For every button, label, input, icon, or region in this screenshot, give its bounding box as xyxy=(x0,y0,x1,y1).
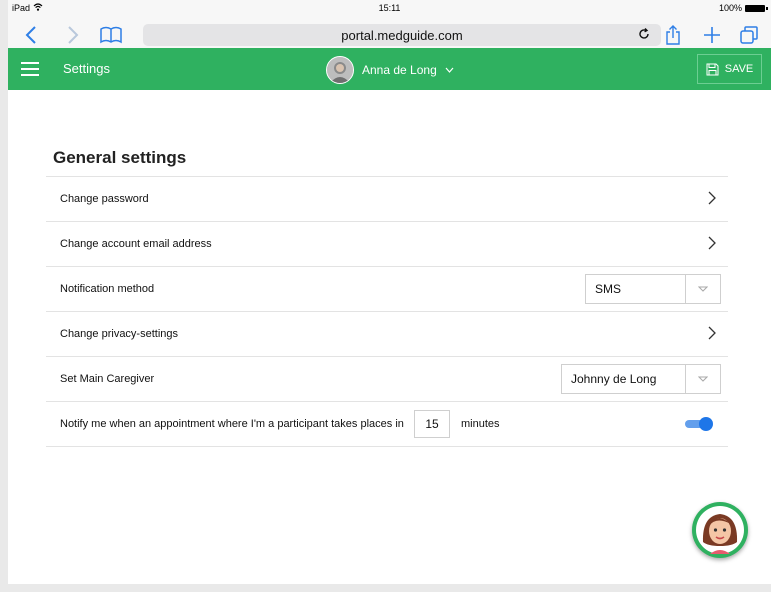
status-bar: iPad 15:11 100% xyxy=(8,0,771,17)
chevron-right-icon xyxy=(708,236,716,250)
minutes-unit: minutes xyxy=(461,418,500,430)
back-button[interactable] xyxy=(20,24,42,46)
battery-indicator: 100% xyxy=(718,3,768,13)
minutes-input[interactable]: 15 xyxy=(414,410,450,438)
address-bar[interactable]: portal.medguide.com xyxy=(143,24,661,46)
main-caregiver-value: Johnny de Long xyxy=(571,372,657,386)
save-button[interactable]: SAVE xyxy=(697,54,762,84)
change-password-row[interactable]: Change password xyxy=(46,176,728,221)
change-email-label: Change account email address xyxy=(60,238,212,250)
chevron-right-icon xyxy=(68,26,79,44)
change-privacy-label: Change privacy-settings xyxy=(60,328,179,340)
notify-label: Notify me when an appointment where I'm … xyxy=(60,418,404,430)
user-name: Anna de Long xyxy=(362,63,437,77)
battery-percent: 100% xyxy=(718,3,742,13)
settings-content: General settings Change password Change … xyxy=(8,90,771,584)
change-password-label: Change password xyxy=(60,193,149,205)
change-privacy-row[interactable]: Change privacy-settings xyxy=(46,311,728,356)
section-title: General settings xyxy=(53,148,187,167)
chevron-left-icon xyxy=(25,26,36,44)
assistant-button[interactable] xyxy=(692,502,748,558)
caret-down-icon xyxy=(685,365,720,393)
ipad-screen: iPad 15:11 100% portal.medguide.com Sett… xyxy=(8,0,771,584)
caret-down-icon xyxy=(685,275,720,303)
reload-icon[interactable] xyxy=(637,27,651,46)
main-caregiver-row: Set Main Caregiver Johnny de Long xyxy=(46,356,728,401)
chevron-down-icon xyxy=(445,67,454,73)
battery-icon xyxy=(745,4,768,12)
tabs-button[interactable] xyxy=(738,24,760,46)
notification-method-label: Notification method xyxy=(60,283,155,295)
forward-button[interactable] xyxy=(62,24,84,46)
chevron-right-icon xyxy=(708,191,716,205)
toggle-knob xyxy=(699,417,713,431)
main-caregiver-select[interactable]: Johnny de Long xyxy=(561,364,721,394)
notification-method-row: Notification method SMS xyxy=(46,266,728,311)
new-tab-button[interactable] xyxy=(701,24,723,46)
main-caregiver-label: Set Main Caregiver xyxy=(60,373,155,385)
change-email-row[interactable]: Change account email address xyxy=(46,221,728,266)
menu-icon[interactable] xyxy=(21,62,39,76)
page-title: Settings xyxy=(63,61,110,76)
status-time: 15:11 xyxy=(378,3,401,13)
notification-method-select[interactable]: SMS xyxy=(585,274,721,304)
settings-list: Change password Change account email add… xyxy=(46,176,728,447)
share-button[interactable] xyxy=(662,24,684,46)
user-menu[interactable]: Anna de Long xyxy=(326,56,454,84)
share-icon xyxy=(666,25,680,45)
notify-row: Notify me when an appointment where I'm … xyxy=(46,401,728,447)
plus-icon xyxy=(704,27,720,43)
notification-method-value: SMS xyxy=(595,282,622,296)
bookmarks-button[interactable] xyxy=(97,24,125,46)
chevron-right-icon xyxy=(708,326,716,340)
save-label: SAVE xyxy=(724,63,754,75)
url-text: portal.medguide.com xyxy=(341,28,463,43)
tabs-icon xyxy=(740,26,758,44)
app-header: Settings Anna de Long SAVE xyxy=(8,48,771,90)
avatar xyxy=(326,56,354,84)
save-icon xyxy=(706,63,719,75)
notify-toggle[interactable] xyxy=(685,417,713,431)
assistant-avatar-icon xyxy=(696,506,744,554)
book-icon xyxy=(100,26,122,44)
